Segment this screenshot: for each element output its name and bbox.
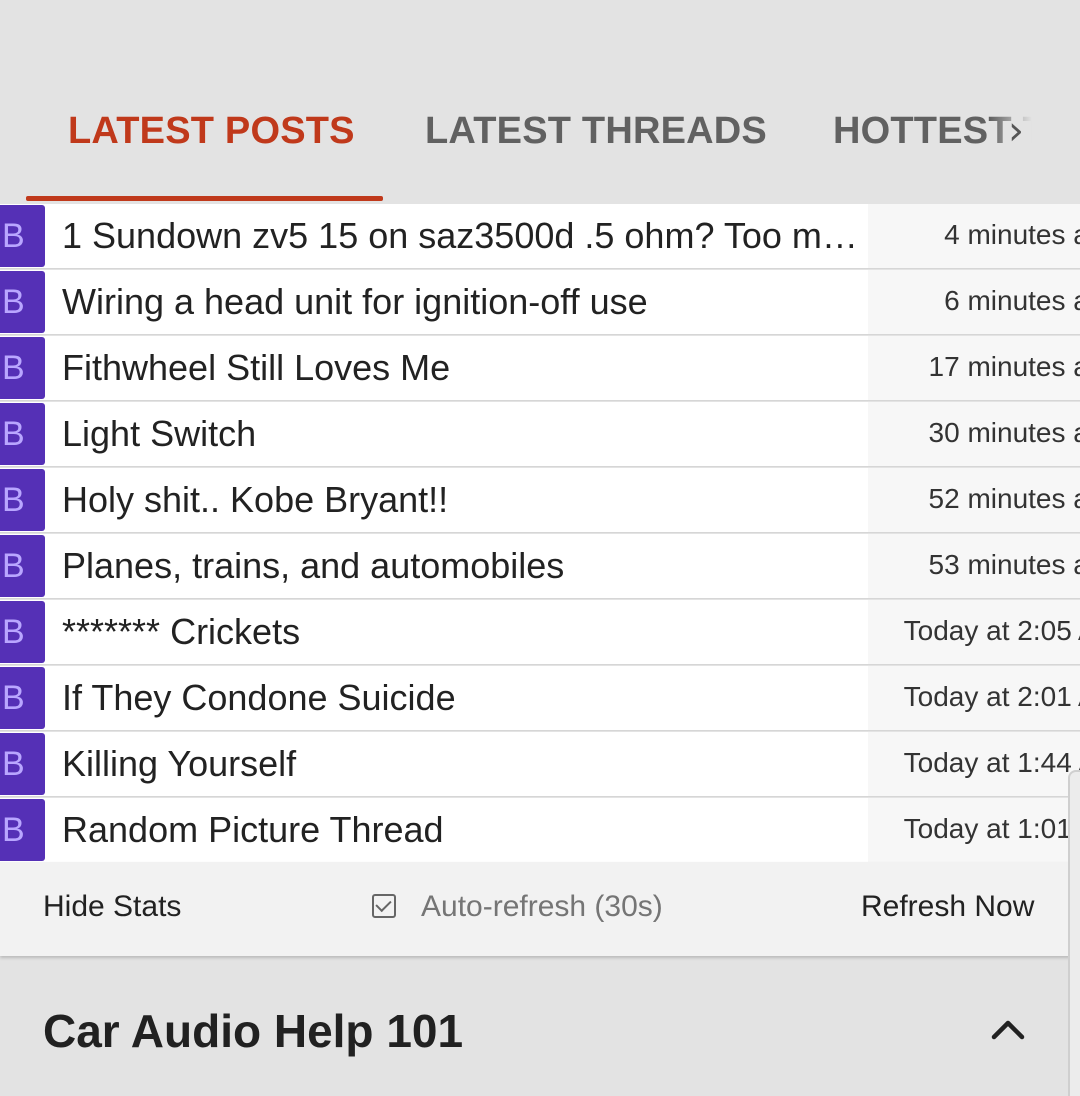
list-item[interactable]: B Holy shit.. Kobe Bryant!! 52 minutes ago <box>0 468 1080 532</box>
post-title-link[interactable]: Planes, trains, and automobiles <box>62 534 862 598</box>
post-timestamp-text: 30 minutes ago <box>928 417 1080 448</box>
post-title-link[interactable]: Wiring a head unit for ignition-off use <box>62 270 862 334</box>
latest-posts-list: B 1 Sundown zv5 15 on saz3500d .5 ohm? To… <box>0 204 1080 864</box>
post-timestamp-text: Today at 1:44 AM <box>903 747 1080 778</box>
list-item[interactable]: B Wiring a head unit for ignition-off use… <box>0 270 1080 334</box>
post-timestamp: 53 minutes ago <box>868 534 1080 598</box>
post-timestamp-text: 6 minutes ago <box>944 285 1080 316</box>
stats-footer: Hide Stats Auto-refresh (30s) Refresh No… <box>0 862 1070 956</box>
avatar[interactable]: B <box>0 667 45 729</box>
section-title: Car Audio Help 101 <box>43 1005 464 1057</box>
active-tab-indicator <box>26 196 383 201</box>
auto-refresh-label[interactable]: Auto-refresh (30s) <box>421 890 663 924</box>
list-item[interactable]: B Fithwheel Still Loves Me 17 minutes ago <box>0 336 1080 400</box>
post-title-link[interactable]: Light Switch <box>62 402 862 466</box>
post-title-link[interactable]: Killing Yourself <box>62 732 862 796</box>
avatar[interactable]: B <box>0 799 45 861</box>
post-timestamp-text: 53 minutes ago <box>928 549 1080 580</box>
avatar[interactable]: B <box>0 271 45 333</box>
post-timestamp-text: Today at 2:05 AM <box>903 615 1080 646</box>
list-item[interactable]: B 1 Sundown zv5 15 on saz3500d .5 ohm? To… <box>0 204 1080 268</box>
post-title-link[interactable]: Fithwheel Still Loves Me <box>62 336 862 400</box>
list-item[interactable]: B If They Condone Suicide Today at 2:01 AM <box>0 666 1080 730</box>
post-timestamp: 4 minutes ago <box>868 204 1080 268</box>
list-item[interactable]: B Random Picture Thread Today at 1:01 AM <box>0 798 1080 862</box>
post-title-link[interactable]: Random Picture Thread <box>62 798 862 862</box>
avatar[interactable]: B <box>0 469 45 531</box>
auto-refresh-checkbox[interactable] <box>372 894 396 918</box>
post-timestamp: Today at 2:01 AM <box>868 666 1080 730</box>
avatar[interactable]: B <box>0 601 45 663</box>
avatar[interactable]: B <box>0 403 45 465</box>
post-timestamp: Today at 2:05 AM <box>868 600 1080 664</box>
avatar[interactable]: B <box>0 733 45 795</box>
scroll-panel-edge <box>1068 770 1080 1096</box>
post-title-link[interactable]: Holy shit.. Kobe Bryant!! <box>62 468 862 532</box>
post-timestamp-text: 17 minutes ago <box>928 351 1080 382</box>
avatar[interactable]: B <box>0 337 45 399</box>
avatar[interactable]: B <box>0 205 45 267</box>
post-timestamp: Today at 1:44 AM <box>868 732 1080 796</box>
list-item[interactable]: B ******* Crickets Today at 2:05 AM <box>0 600 1080 664</box>
chevron-up-icon[interactable] <box>990 1016 1026 1042</box>
refresh-now-button[interactable]: Refresh Now <box>861 890 1034 924</box>
post-title-link[interactable]: ******* Crickets <box>62 600 862 664</box>
post-title-link[interactable]: If They Condone Suicide <box>62 666 862 730</box>
post-timestamp: 30 minutes ago <box>868 402 1080 466</box>
post-timestamp-text: Today at 2:01 AM <box>903 681 1080 712</box>
post-timestamp: 6 minutes ago <box>868 270 1080 334</box>
tab-latest-threads[interactable]: LATEST THREADS <box>425 110 767 153</box>
post-timestamp: 17 minutes ago <box>868 336 1080 400</box>
hide-stats-button[interactable]: Hide Stats <box>43 890 181 924</box>
post-title-link[interactable]: 1 Sundown zv5 15 on saz3500d .5 ohm? Too… <box>62 204 862 268</box>
post-timestamp: 52 minutes ago <box>868 468 1080 532</box>
avatar[interactable]: B <box>0 535 45 597</box>
post-timestamp-text: 52 minutes ago <box>928 483 1080 514</box>
tab-bar: LATEST POSTS LATEST THREADS HOTTEST T › <box>0 0 1080 202</box>
list-item[interactable]: B Light Switch 30 minutes ago <box>0 402 1080 466</box>
tab-latest-posts[interactable]: LATEST POSTS <box>68 110 355 153</box>
post-timestamp-text: Today at 1:01 AM <box>903 813 1080 844</box>
post-timestamp: Today at 1:01 AM <box>868 798 1080 862</box>
post-timestamp-text: 4 minutes ago <box>944 219 1080 250</box>
chevron-right-icon[interactable]: › <box>1008 108 1024 154</box>
list-item[interactable]: B Planes, trains, and automobiles 53 minut… <box>0 534 1080 598</box>
list-item[interactable]: B Killing Yourself Today at 1:44 AM <box>0 732 1080 796</box>
